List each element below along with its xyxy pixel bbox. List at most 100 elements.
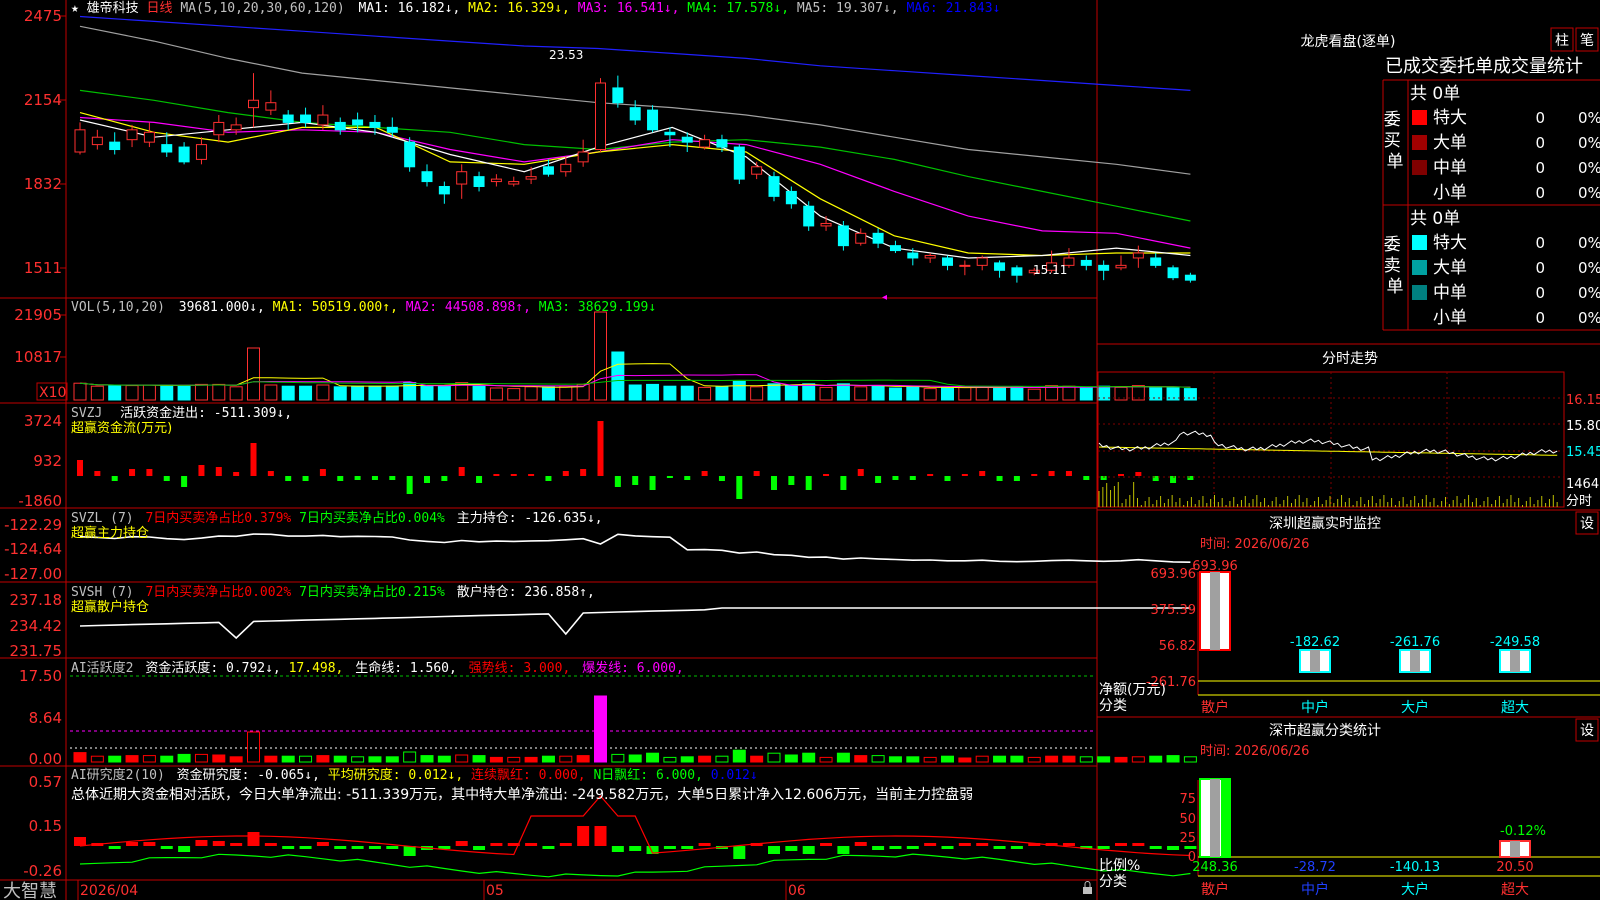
monitor-category: 散户 [1201, 699, 1229, 716]
svsh-green: 7日内买卖净占比0.215% [299, 584, 445, 600]
candle-body [560, 163, 572, 173]
svzj-bar [1135, 472, 1142, 476]
candle-body [681, 136, 693, 143]
volume-bar [750, 386, 764, 401]
intra-tick: 16.15 [1566, 393, 1600, 408]
research-bar [837, 846, 850, 854]
svzj-title: 活跃资金进出: -511.309↓, [120, 405, 292, 421]
ai-active-bar [281, 755, 295, 763]
class-category: 超大 [1501, 882, 1529, 898]
vol-header: VOL(5,10,20) 39681.000↓, MA1: 50519.000↑… [71, 300, 656, 315]
volume-bar [437, 385, 451, 401]
monitor-bar-shade [1410, 650, 1420, 672]
candle-body [976, 257, 988, 266]
intraday-title: 分时走势 [1322, 351, 1378, 367]
volume-bar [194, 383, 208, 401]
research-bar [282, 846, 295, 849]
vol-tick: 10817 [14, 348, 62, 366]
volume-bar [524, 386, 538, 401]
candle-body [751, 166, 763, 175]
class-tick: 50 [1179, 812, 1196, 827]
date-label: 2026/04 [80, 883, 138, 899]
volume-bar [906, 386, 920, 401]
svzl-green: 7日内买卖净占比0.004% [299, 510, 445, 526]
candle-body [525, 176, 537, 180]
research-bar [490, 843, 503, 846]
order-pct: 0% [1578, 234, 1600, 252]
order-type: 大单 [1433, 258, 1467, 278]
volume-bar [212, 383, 226, 401]
ai-active-bar [576, 755, 590, 763]
star-icon[interactable]: ★ [71, 1, 79, 16]
class-pct-label: -0.12% [1500, 824, 1546, 839]
volume-bar [1027, 388, 1041, 401]
low-label: 15.11 [1033, 263, 1067, 277]
ma4-value: MA4: 17.578↓, [687, 1, 789, 16]
sz-monitor-title: 深圳超赢实时监控 [1269, 515, 1381, 532]
volume-bar [715, 386, 729, 401]
svsh-red: 7日内买卖净占比0.002% [145, 584, 291, 600]
svzj-bar [979, 471, 986, 476]
ai-active-bar [472, 755, 486, 763]
svsh-subtitle: 超赢散户持仓 [71, 599, 149, 615]
candle-body [473, 176, 485, 187]
svzj-bar [389, 476, 396, 480]
buy-total: 共 0单 [1410, 84, 1460, 104]
volume-bar [177, 385, 191, 401]
ai-active-bar [437, 755, 451, 763]
research-bar [854, 842, 867, 846]
ai-active-bar [177, 753, 191, 763]
class-category: 散户 [1201, 881, 1229, 898]
sz-axis-label: 净额(万元) [1099, 682, 1166, 698]
period-label[interactable]: 日线 [147, 1, 173, 16]
candle-body [109, 141, 121, 151]
candle-body [300, 114, 312, 123]
candle-body [195, 144, 207, 160]
svsh-label: SVSH (7) [71, 585, 134, 600]
vol-ma1-value: MA1: 50519.000↑, [273, 300, 398, 315]
svzj-bar [736, 476, 743, 499]
svzj-bar [875, 476, 882, 483]
research-bar [785, 846, 798, 851]
class-value: -140.13 [1390, 860, 1440, 875]
svsh-tick: 234.42 [10, 617, 63, 635]
svzj-bar [996, 476, 1003, 481]
research-bar [108, 846, 121, 849]
order-color-swatch [1412, 235, 1427, 250]
volume-bar [854, 386, 868, 401]
research-bar [264, 843, 277, 846]
candle-body [595, 82, 606, 151]
volume-bar [680, 385, 694, 401]
candle-body [421, 171, 433, 183]
class-category: 大户 [1401, 881, 1429, 898]
volume-bar [108, 385, 122, 401]
candle-body [334, 121, 346, 131]
volume-bar [975, 386, 989, 401]
ai-tick: 8.64 [29, 709, 62, 727]
ai-active-bar [212, 754, 226, 763]
svzj-bar [771, 476, 777, 490]
volume-bar [1114, 386, 1128, 401]
order-pct: 0% [1578, 259, 1600, 277]
candle-body [1080, 259, 1092, 266]
volume-bar [628, 384, 642, 401]
svzj-bar [215, 467, 222, 476]
research-bar [525, 843, 538, 846]
order-type: 中单 [1433, 158, 1467, 178]
svzj-tick: 3724 [24, 412, 62, 430]
research-bar [820, 843, 833, 846]
research-bar [178, 846, 191, 852]
class-value: 248.36 [1192, 860, 1238, 875]
svzj-bar [1065, 471, 1072, 476]
candle-body [959, 264, 971, 267]
svzj-bar [111, 476, 118, 481]
svzj-bar [562, 471, 569, 476]
stats-title: 已成交委托单成交量统计 [1385, 56, 1583, 77]
brand-logo[interactable]: 大智慧 [3, 881, 57, 900]
order-count: 0 [1535, 234, 1545, 252]
volume-bar [993, 386, 1007, 401]
svzj-bar [319, 469, 326, 476]
volume-bar [698, 386, 712, 401]
volume-bar [888, 387, 902, 401]
candle-body [942, 257, 953, 266]
